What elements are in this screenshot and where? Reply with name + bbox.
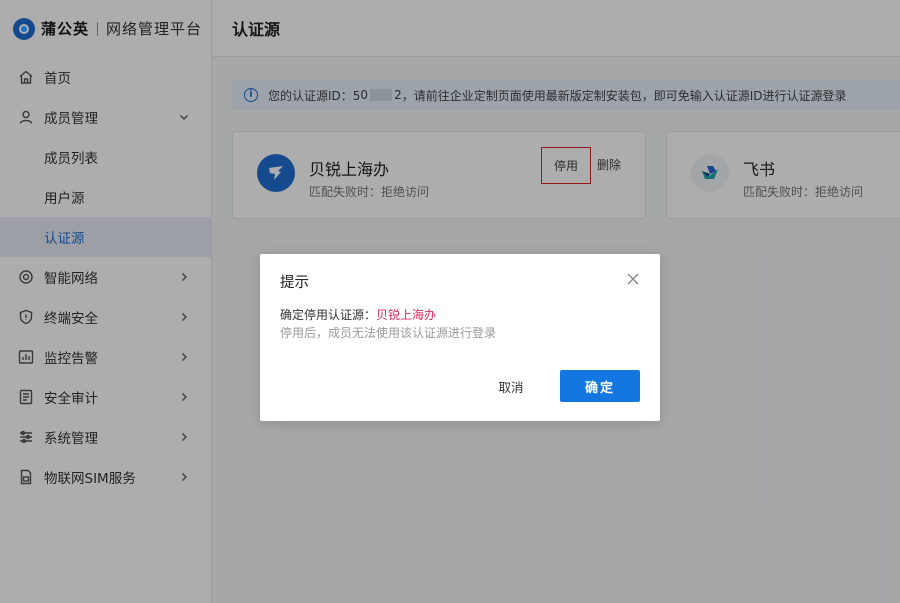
dialog-message-target: 贝锐上海办 — [376, 308, 437, 322]
close-icon[interactable] — [626, 272, 640, 286]
dialog-message-prefix: 确定停用认证源： — [280, 308, 377, 322]
dialog-message: 确定停用认证源：贝锐上海办 — [280, 306, 436, 323]
dialog-hint: 停用后，成员无法使用该认证源进行登录 — [280, 326, 497, 340]
confirm-button[interactable]: 确定 — [560, 370, 640, 402]
confirm-dialog: 提示 确定停用认证源：贝锐上海办 停用后，成员无法使用该认证源进行登录 取消 确… — [260, 254, 660, 421]
dialog-title: 提示 — [280, 275, 309, 291]
cancel-button[interactable]: 取消 — [486, 370, 536, 402]
